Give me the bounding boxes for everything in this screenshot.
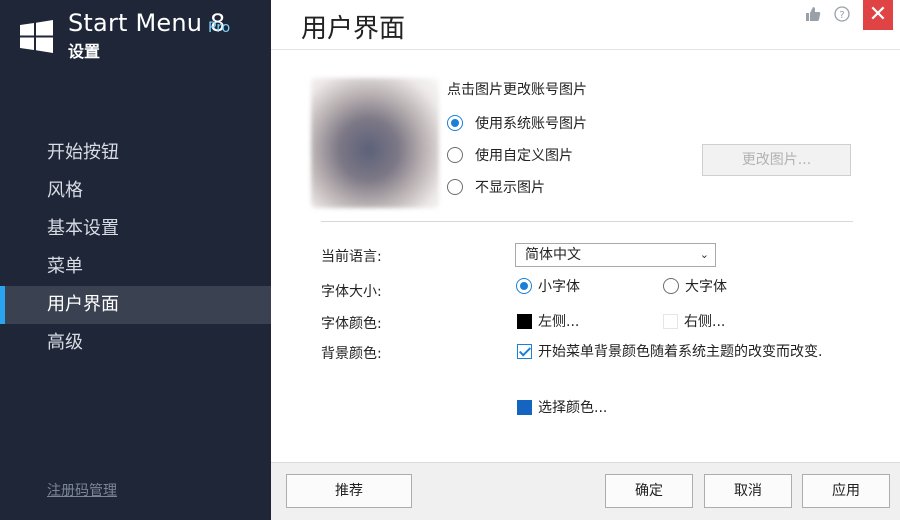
bg-color-label: 背景颜色:	[321, 346, 382, 362]
picture-hint: 点击图片更改账号图片	[447, 82, 587, 98]
close-button[interactable]: ✕	[863, 0, 893, 30]
right-color-picker[interactable]: 右侧...	[663, 311, 725, 331]
sidebar-item-menu[interactable]: 菜单	[0, 248, 271, 286]
sidebar-item-start-button[interactable]: 开始按钮	[0, 134, 271, 172]
radio-button[interactable]	[663, 278, 679, 294]
radio-label: 使用系统账号图片	[475, 116, 587, 132]
sidebar-item-advanced[interactable]: 高级	[0, 324, 271, 362]
language-value: 简体中文	[525, 247, 581, 263]
radio-button[interactable]	[447, 147, 463, 163]
recommend-button[interactable]: 推荐	[286, 474, 412, 508]
thumbs-up-icon[interactable]	[803, 6, 823, 26]
register-code-link[interactable]: 注册码管理	[47, 480, 117, 500]
edition-badge: Pro	[208, 20, 231, 36]
footer-bar: 推荐 确定 取消 应用	[271, 462, 900, 520]
choose-color-picker[interactable]: 选择颜色...	[517, 397, 607, 417]
page-title: 用户界面	[301, 14, 406, 44]
left-color-label: 左侧...	[538, 314, 580, 330]
radio-button[interactable]	[447, 179, 463, 195]
app-name: Start Menu 8	[68, 9, 226, 37]
account-picture[interactable]	[311, 78, 439, 208]
left-color-swatch[interactable]	[517, 313, 532, 329]
radio-no-picture[interactable]: 不显示图片	[447, 177, 545, 197]
radio-button[interactable]	[447, 115, 463, 131]
sidebar-item-style[interactable]: 风格	[0, 172, 271, 210]
radio-label: 不显示图片	[475, 180, 545, 196]
follow-theme-checkbox[interactable]	[517, 343, 532, 359]
follow-theme-checkbox-row[interactable]: 开始菜单背景颜色随着系统主题的改变而改变.	[517, 341, 822, 361]
sidebar-item-basic-settings[interactable]: 基本设置	[0, 210, 271, 248]
section-divider	[321, 221, 853, 222]
cancel-button[interactable]: 取消	[704, 474, 792, 508]
radio-label: 使用自定义图片	[475, 148, 573, 164]
windows-logo-icon	[20, 20, 53, 53]
apply-button[interactable]: 应用	[802, 474, 890, 508]
help-icon[interactable]: ?	[832, 6, 852, 26]
sidebar: Start Menu 8 Pro 设置 开始按钮 风格 基本设置 菜单 用户界面…	[0, 0, 271, 520]
svg-text:?: ?	[839, 10, 844, 21]
right-color-swatch[interactable]	[663, 313, 678, 329]
app-subtitle: 设置	[68, 42, 101, 61]
language-select[interactable]: 简体中文 ⌄	[515, 243, 716, 267]
font-color-label: 字体颜色:	[321, 316, 382, 332]
choose-color-label: 选择颜色...	[538, 400, 608, 416]
title-divider	[271, 49, 900, 50]
choose-color-swatch[interactable]	[517, 399, 532, 415]
sidebar-nav: 开始按钮 风格 基本设置 菜单 用户界面 高级	[0, 134, 271, 362]
chevron-down-icon: ⌄	[699, 248, 709, 261]
radio-small-font[interactable]: 小字体	[516, 276, 580, 296]
radio-large-font[interactable]: 大字体	[663, 276, 727, 296]
right-color-label: 右侧...	[684, 314, 726, 330]
language-label: 当前语言:	[321, 249, 382, 265]
radio-button[interactable]	[516, 278, 532, 294]
change-picture-button[interactable]: 更改图片...	[702, 144, 851, 176]
radio-system-picture[interactable]: 使用系统账号图片	[447, 113, 587, 133]
left-color-picker[interactable]: 左侧...	[517, 311, 579, 331]
sidebar-item-user-interface[interactable]: 用户界面	[0, 286, 271, 324]
radio-label: 小字体	[538, 279, 580, 295]
main-panel: 用户界面 ? ✕ 点击图片更改账号图片 使用系统账号图片 使用自定义图片 不显示…	[271, 0, 900, 520]
font-size-label: 字体大小:	[321, 284, 382, 300]
ok-button[interactable]: 确定	[605, 474, 693, 508]
close-icon: ✕	[868, 2, 888, 27]
follow-theme-label: 开始菜单背景颜色随着系统主题的改变而改变.	[538, 344, 823, 360]
radio-custom-picture[interactable]: 使用自定义图片	[447, 145, 573, 165]
radio-label: 大字体	[685, 279, 727, 295]
